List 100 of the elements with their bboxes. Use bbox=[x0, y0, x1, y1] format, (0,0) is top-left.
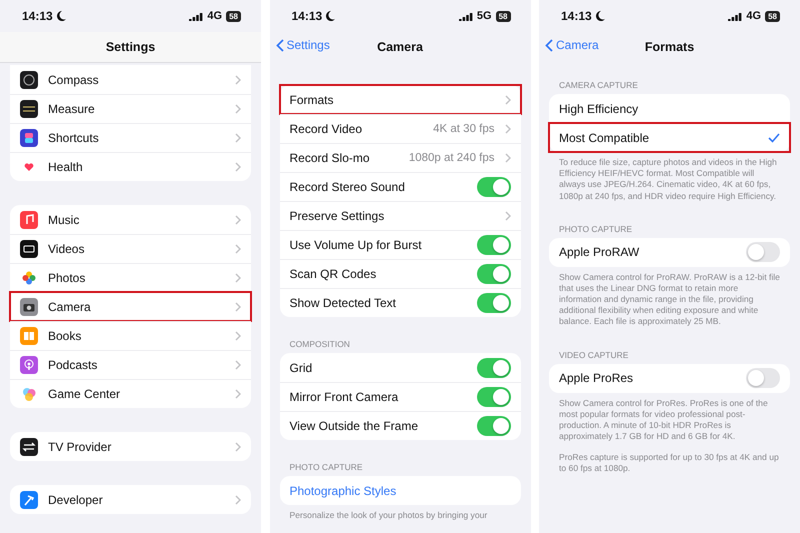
back-label[interactable]: Camera bbox=[556, 38, 599, 52]
toggle-switch[interactable] bbox=[476, 264, 510, 284]
toggle-switch[interactable] bbox=[746, 368, 780, 388]
toggle-switch[interactable] bbox=[476, 235, 510, 255]
settings-row[interactable]: Measure bbox=[10, 94, 251, 123]
row-label: Videos bbox=[48, 242, 86, 256]
settings-row[interactable]: Use Volume Up for Burst bbox=[280, 230, 520, 259]
bubbles-icon bbox=[20, 385, 38, 403]
toggle-switch[interactable] bbox=[746, 242, 780, 262]
settings-row[interactable]: Record Video 4K at 30 fps bbox=[280, 114, 520, 143]
chevron-icon bbox=[504, 94, 510, 104]
settings-row[interactable]: Record Slo-mo 1080p at 240 fps bbox=[280, 143, 520, 172]
highlighted-row[interactable]: Camera bbox=[10, 292, 251, 321]
status-time: 14:13 bbox=[292, 9, 322, 23]
toggle-switch[interactable] bbox=[476, 177, 510, 197]
network-label: 5G bbox=[476, 10, 492, 22]
settings-row[interactable]: Videos bbox=[10, 234, 251, 263]
row-label: Preserve Settings bbox=[290, 209, 386, 223]
row-label: Podcasts bbox=[48, 358, 98, 372]
highlighted-row[interactable]: Most Compatible bbox=[549, 123, 790, 152]
highlighted-row[interactable]: Formats bbox=[280, 85, 520, 114]
section-header: PHOTO CAPTURE bbox=[288, 462, 364, 474]
row-label: Scan QR Codes bbox=[290, 267, 378, 281]
chevron-icon bbox=[235, 331, 241, 341]
arrows-icon bbox=[20, 438, 38, 456]
row-label: Record Stereo Sound bbox=[290, 180, 406, 194]
chevron-icon bbox=[235, 302, 241, 312]
battery-level: 58 bbox=[765, 10, 780, 22]
section-footnote: ProRes capture is supported for up to 30 fps at 4K and up to 60 fps at 1080p. bbox=[558, 452, 780, 475]
screen-title: Formats bbox=[644, 40, 694, 54]
podcast-icon bbox=[20, 356, 38, 374]
row-label: Books bbox=[48, 329, 82, 343]
settings-row[interactable]: Preserve Settings bbox=[280, 201, 520, 230]
row-label: Camera bbox=[48, 300, 92, 314]
settings-row[interactable]: Books bbox=[10, 321, 251, 350]
signal-icon bbox=[728, 12, 742, 20]
chevron-icon bbox=[504, 211, 510, 221]
settings-row[interactable]: Record Stereo Sound bbox=[280, 172, 520, 201]
settings-row[interactable]: High Efficiency bbox=[549, 94, 790, 123]
row-label: View Outside the Frame bbox=[290, 419, 420, 433]
book-icon bbox=[20, 327, 38, 345]
row-label: Health bbox=[48, 160, 84, 174]
row-label: Photos bbox=[48, 271, 86, 285]
status-time: 14:13 bbox=[22, 9, 53, 23]
battery-level: 58 bbox=[496, 10, 510, 22]
row-label: Record Video bbox=[290, 122, 363, 136]
row-label: Compass bbox=[48, 72, 100, 86]
settings-row[interactable]: Mirror Front Camera bbox=[280, 382, 520, 411]
chevron-icon bbox=[235, 214, 241, 224]
row-label: Game Center bbox=[48, 387, 122, 401]
chevron-icon bbox=[235, 273, 241, 283]
settings-row[interactable]: Music bbox=[10, 205, 251, 234]
row-label: Show Detected Text bbox=[290, 296, 398, 310]
section-header: PHOTO CAPTURE bbox=[558, 224, 634, 236]
settings-row[interactable]: Scan QR Codes bbox=[280, 259, 520, 288]
row-label: Most Compatible bbox=[559, 131, 650, 145]
settings-row[interactable]: TV Provider bbox=[10, 432, 251, 461]
settings-row[interactable]: Photographic Styles bbox=[280, 476, 520, 505]
settings-row[interactable]: Photos bbox=[10, 263, 251, 292]
status-time: 14:13 bbox=[561, 9, 592, 23]
section-footnote: To reduce file size, capture photos and videos in the High Efficiency HEIF/HEVC format. Most Compatible will always use JPEG/H.264. Cinematic video, 4K at 60 fps, 1080p at 240 fps, and HDR video require High Efficiency. bbox=[558, 157, 778, 202]
camera-icon bbox=[20, 298, 38, 316]
toggle-switch[interactable] bbox=[476, 387, 510, 407]
signal-icon bbox=[189, 12, 204, 20]
section-header: VIDEO CAPTURE bbox=[558, 350, 630, 362]
row-label: Use Volume Up for Burst bbox=[290, 238, 423, 252]
settings-row[interactable]: Show Detected Text bbox=[280, 288, 520, 317]
toggle-switch[interactable] bbox=[476, 293, 510, 313]
settings-row[interactable]: Developer bbox=[10, 485, 251, 514]
settings-row[interactable]: View Outside the Frame bbox=[280, 411, 520, 440]
section-footnote: Show Camera control for ProRAW. ProRAW is a 12-bit file that uses the Linear DNG format to retain more information and dynamic range in the file, providing additional flexibility when editing exposure and white balance. Each file is approximately 25 MB. bbox=[558, 272, 781, 328]
row-label: Shortcuts bbox=[48, 131, 100, 145]
moon-icon bbox=[596, 11, 605, 21]
settings-row[interactable]: Apple ProRes bbox=[549, 364, 790, 393]
hammer-icon bbox=[20, 490, 38, 508]
settings-row[interactable]: Health bbox=[10, 152, 251, 181]
chevron-icon bbox=[235, 162, 241, 172]
settings-row[interactable]: Podcasts bbox=[10, 350, 251, 379]
row-value: 1080p at 240 fps bbox=[408, 152, 494, 164]
back-label[interactable]: Settings bbox=[286, 38, 330, 52]
settings-row[interactable]: Compass bbox=[10, 65, 251, 94]
back-button[interactable]: Camera bbox=[545, 38, 599, 52]
section-header: COMPOSITION bbox=[288, 339, 351, 351]
settings-row[interactable]: Grid bbox=[280, 353, 520, 382]
chevron-icon bbox=[235, 494, 241, 504]
section-footnote: Personalize the look of your photos by bringing your bbox=[288, 510, 488, 522]
toggle-switch[interactable] bbox=[476, 416, 510, 436]
signal-icon bbox=[458, 12, 473, 20]
network-label: 4G bbox=[746, 10, 762, 22]
toggle-switch[interactable] bbox=[476, 358, 510, 378]
back-button[interactable]: Settings bbox=[276, 38, 330, 52]
settings-row[interactable]: Game Center bbox=[10, 379, 251, 408]
chevron-icon bbox=[235, 442, 241, 452]
settings-row[interactable]: Apple ProRAW bbox=[549, 238, 790, 267]
settings-row[interactable]: Shortcuts bbox=[10, 123, 251, 152]
network-label: 4G bbox=[207, 10, 222, 22]
back-chevron-icon bbox=[276, 38, 284, 52]
row-label: Grid bbox=[290, 360, 314, 374]
chevron-icon bbox=[235, 360, 241, 370]
row-value: 4K at 30 fps bbox=[433, 123, 494, 135]
